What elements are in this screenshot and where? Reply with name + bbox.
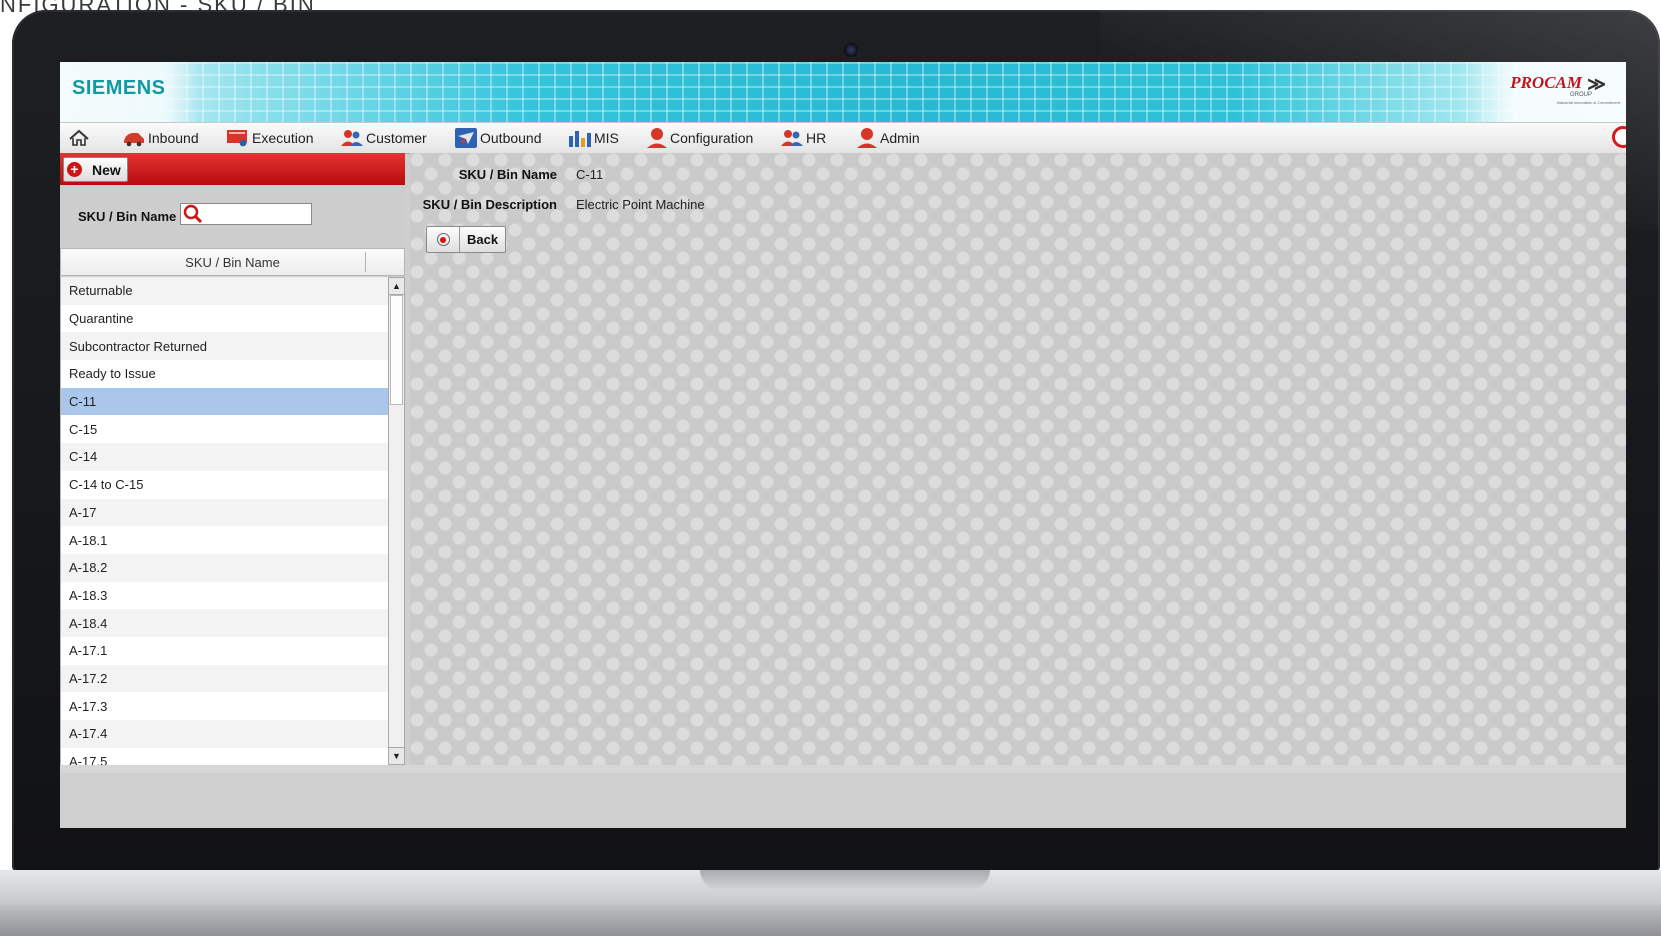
scroll-thumb[interactable] (390, 295, 403, 405)
menu-outbound[interactable]: Outbound (454, 123, 542, 153)
plane-icon (455, 128, 477, 148)
list-item[interactable]: C-11 (61, 387, 389, 416)
user-icon (647, 128, 667, 148)
menu-configuration-label: Configuration (670, 130, 754, 146)
menu-execution-label: Execution (252, 130, 314, 146)
menu-customer-label: Customer (366, 130, 427, 146)
menu-home[interactable] (68, 123, 92, 153)
app-screen: SIEMENS PROCAM ≫ GROUP Industrial Innova… (60, 62, 1626, 828)
power-icon[interactable] (1612, 126, 1626, 148)
sku-name-label: SKU / Bin Name (458, 167, 557, 182)
webcam (844, 43, 858, 57)
menu-configuration[interactable]: Configuration (646, 123, 753, 153)
status-strip (60, 765, 1626, 773)
list-column-header[interactable]: SKU / Bin Name (60, 248, 405, 276)
main-menu-bar: Inbound Execution Customer Outbound MIS … (60, 122, 1626, 154)
list-item[interactable]: A-17.4 (61, 720, 389, 748)
menu-execution[interactable]: Execution (226, 123, 313, 153)
back-button-label: Back (467, 232, 499, 247)
list-item[interactable]: A-17.2 (61, 664, 389, 693)
truck-icon (124, 133, 144, 147)
sku-list: Returnable Quarantine Subcontractor Return… (60, 277, 389, 765)
procam-tagline: Industrial Innovation & Commitment (1556, 100, 1620, 105)
home-icon (69, 129, 89, 146)
menu-mis[interactable]: MIS (568, 123, 619, 153)
new-toolbar: + New (60, 153, 405, 185)
menu-admin-label: Admin (880, 130, 920, 146)
new-button-label: New (92, 161, 121, 178)
list-item[interactable]: A-18.2 (61, 553, 389, 582)
list-item[interactable]: Subcontractor Returned (61, 332, 389, 361)
menu-hr-label: HR (806, 130, 827, 146)
sku-name-value: C-11 (576, 167, 604, 182)
detail-panel: SKU / Bin Name C-11 SKU / Bin Descriptio… (410, 153, 1626, 765)
new-button[interactable]: + New (63, 157, 128, 182)
list-item[interactable]: A-17.3 (61, 692, 389, 720)
list-scrollbar[interactable]: ▲ ▼ (388, 277, 405, 765)
list-item[interactable]: A-17.5 (61, 747, 389, 765)
back-button[interactable]: Back (426, 226, 507, 253)
users-icon (781, 130, 803, 146)
list-item[interactable]: C-14 (61, 443, 389, 471)
list-item[interactable]: C-15 (61, 415, 389, 444)
list-item[interactable]: A-18.1 (61, 526, 389, 554)
scroll-down-arrow-icon[interactable]: ▼ (389, 747, 404, 764)
list-item[interactable]: Quarantine (61, 304, 389, 333)
list-item[interactable]: A-18.4 (61, 609, 389, 637)
plus-icon: + (67, 162, 82, 177)
list-item[interactable]: Returnable (61, 277, 389, 305)
procam-logo: PROCAM (1510, 73, 1582, 92)
sku-list-panel: + New SKU / Bin Name SKU / Bin Name Retu… (60, 153, 405, 765)
column-divider (365, 252, 366, 272)
search-input[interactable] (180, 203, 312, 225)
list-item[interactable]: A-18.3 (61, 581, 389, 610)
search-label: SKU / Bin Name (78, 209, 177, 224)
laptop-notch (700, 870, 990, 890)
menu-customer[interactable]: Customer (340, 123, 427, 153)
users-icon (341, 130, 363, 146)
menu-hr[interactable]: HR (780, 123, 826, 153)
list-item[interactable]: A-17 (61, 498, 389, 527)
presenter-icon (227, 130, 247, 147)
menu-admin[interactable]: Admin (856, 123, 920, 153)
procam-logo-sub: GROUP (1569, 92, 1592, 98)
menu-outbound-label: Outbound (480, 130, 542, 146)
bar-chart-icon (569, 131, 591, 147)
sku-description-value: Electric Point Machine (576, 197, 705, 212)
laptop-base-lip (0, 905, 1661, 936)
list-item[interactable]: C-14 to C-15 (61, 470, 389, 499)
siemens-logo: SIEMENS (72, 77, 166, 99)
sku-description-label: SKU / Bin Description (422, 197, 557, 212)
back-icon (427, 227, 460, 252)
menu-mis-label: MIS (594, 130, 619, 146)
list-item[interactable]: A-17.1 (61, 636, 389, 665)
header-banner: SIEMENS PROCAM ≫ GROUP Industrial Innova… (60, 62, 1626, 122)
scroll-up-arrow-icon[interactable]: ▲ (389, 278, 404, 295)
user-icon (857, 128, 877, 148)
menu-inbound-label: Inbound (148, 130, 199, 146)
list-item[interactable]: Ready to Issue (61, 360, 389, 388)
menu-inbound[interactable]: Inbound (122, 123, 199, 153)
